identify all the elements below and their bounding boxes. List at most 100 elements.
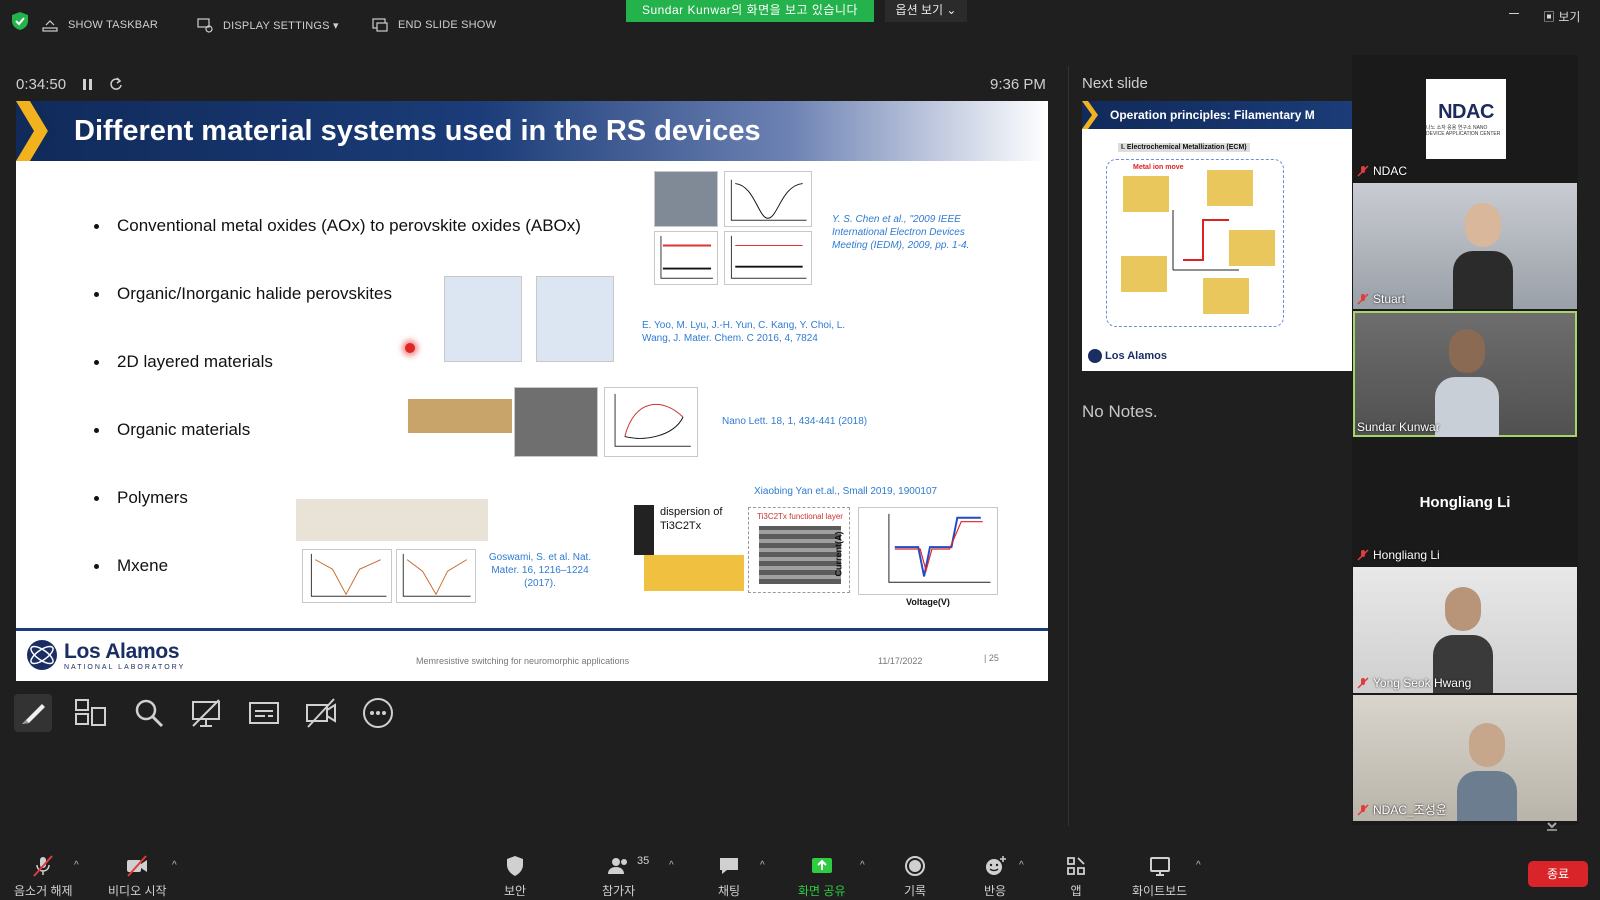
zoom-slide-button[interactable]	[130, 694, 168, 732]
show-taskbar-button[interactable]: SHOW TASKBAR	[42, 17, 158, 33]
reactions-button[interactable]: 반응	[983, 854, 1007, 899]
next-slide-title-bar: Operation principles: Filamentary M	[1082, 101, 1352, 129]
bullet-item: Polymers	[94, 488, 188, 508]
view-button[interactable]: ▣ 보기	[1543, 8, 1580, 25]
lanl-subtitle: NATIONAL LABORATORY	[64, 663, 186, 671]
camera-toggle-button[interactable]	[302, 694, 340, 732]
current-slide[interactable]: Different material systems used in the R…	[16, 101, 1048, 681]
video-off-icon	[127, 855, 148, 877]
pen-icon	[22, 704, 45, 724]
reset-timer-icon[interactable]	[109, 77, 123, 91]
participant-tile[interactable]: Yong Seok Hwang	[1353, 567, 1577, 693]
display-settings-button[interactable]: DISPLAY SETTINGS ▾	[197, 17, 339, 33]
apps-label: 앱	[1070, 884, 1082, 898]
lanl-atom-icon	[1088, 349, 1102, 363]
participant-tile[interactable]: Hongliang Li Hongliang Li	[1353, 439, 1577, 565]
subtitles-button[interactable]	[245, 694, 283, 732]
participant-tile[interactable]: NDAC 나노 소자 응용 연구소 NANO DEVICE APPLICATIO…	[1353, 55, 1577, 181]
apps-icon	[1067, 857, 1085, 875]
mic-off-icon	[1357, 165, 1369, 177]
participant-video	[1453, 203, 1513, 309]
metal-ion-label: Metal ion move	[1133, 164, 1184, 171]
speaker-notes: No Notes.	[1082, 402, 1158, 421]
citation-1: Y. S. Chen et al., "2009 IEEE Internatio…	[832, 214, 970, 251]
participant-tile[interactable]: NDAC_조성윤	[1353, 695, 1577, 821]
participants-icon	[607, 858, 627, 874]
bullet-item: Organic materials	[94, 420, 250, 440]
end-slide-show-button[interactable]: END SLIDE SHOW	[372, 17, 496, 33]
retention-plot-image	[654, 231, 718, 285]
citation-2: E. Yoo, M. Lyu, J.-H. Yun, C. Kang, Y. C…	[642, 320, 846, 344]
security-button[interactable]: 보안	[503, 854, 527, 899]
more-options-button[interactable]	[359, 694, 397, 732]
device-array-image	[408, 399, 512, 433]
chat-label: 채팅	[717, 884, 741, 898]
chat-caret[interactable]: ^	[760, 860, 765, 871]
mic-off-icon	[1357, 549, 1369, 561]
video-options-caret[interactable]: ^	[172, 860, 177, 871]
start-video-button[interactable]: 비디오 시작	[108, 854, 167, 899]
bullet-item: 2D layered materials	[94, 352, 273, 372]
participant-video	[1435, 329, 1499, 437]
participant-name: Hongliang Li	[1357, 548, 1440, 562]
lanl-name: Los Alamos	[64, 639, 180, 663]
security-label: 보안	[503, 884, 527, 898]
perovskite-reset-diagram	[536, 276, 614, 362]
see-all-slides-button[interactable]	[71, 694, 109, 732]
footer-rule	[16, 628, 1048, 631]
shield-icon[interactable]	[12, 12, 28, 30]
lanl-atom-icon	[27, 640, 57, 670]
display-settings-icon	[197, 18, 213, 33]
whiteboard-caret[interactable]: ^	[1196, 860, 1201, 871]
end-meeting-button[interactable]: 종료	[1528, 861, 1588, 887]
share-screen-label: 화면 공유	[798, 884, 846, 898]
slide-title: Different material systems used in the R…	[74, 115, 761, 147]
scroll-down-icon[interactable]	[1545, 818, 1559, 832]
current-time: 9:36 PM	[990, 76, 1046, 93]
next-slide-thumbnail[interactable]: Operation principles: Filamentary M I. E…	[1082, 101, 1352, 371]
view-options-button[interactable]: 옵션 보기 ⌄	[885, 0, 967, 22]
chevron-icon	[1082, 101, 1098, 129]
tem-image	[654, 171, 718, 227]
apps-button[interactable]: 앱	[1064, 854, 1088, 899]
record-button[interactable]: 기록	[903, 854, 927, 899]
participants-caret[interactable]: ^	[669, 860, 674, 871]
mic-off-icon	[33, 855, 54, 877]
shield-icon	[507, 856, 523, 876]
zoom-presenter-window: SHOW TASKBAR DISPLAY SETTINGS ▾ END SLID…	[0, 0, 1600, 900]
next-slide-title: Operation principles: Filamentary M	[1110, 108, 1315, 122]
share-caret[interactable]: ^	[860, 860, 865, 871]
mxene-iv-plot	[858, 507, 998, 595]
end-slide-show-label: END SLIDE SHOW	[398, 19, 497, 31]
view-label: 보기	[1558, 10, 1581, 24]
subtitles-icon	[249, 702, 279, 724]
magnifier-icon	[135, 699, 164, 728]
black-screen-button[interactable]	[187, 694, 225, 732]
reactions-caret[interactable]: ^	[1019, 860, 1024, 871]
minimize-icon[interactable]	[1509, 13, 1519, 14]
participant-tile[interactable]: Stuart	[1353, 183, 1577, 309]
pen-tool-button[interactable]	[14, 694, 52, 732]
end-slideshow-icon	[372, 18, 388, 32]
endurance-plot-image	[724, 231, 812, 285]
bipolar-iv-image	[604, 387, 698, 457]
audio-options-caret[interactable]: ^	[74, 860, 79, 871]
share-screen-button[interactable]: 화면 공유	[798, 854, 846, 899]
more-icon	[363, 698, 393, 728]
whiteboard-button[interactable]: 화이트보드	[1132, 854, 1187, 899]
laser-pointer	[405, 343, 415, 353]
unmute-button[interactable]: 음소거 해제	[14, 854, 73, 899]
footer-date: 11/17/2022	[878, 656, 923, 666]
chat-button[interactable]: 채팅	[717, 854, 741, 899]
camera-off-icon	[306, 698, 336, 728]
footer-page: | 25	[984, 653, 999, 663]
start-video-label: 비디오 시작	[108, 884, 167, 898]
chevron-icon	[16, 101, 56, 161]
participant-tile-active-speaker[interactable]: Sundar Kunwar	[1353, 311, 1577, 437]
mic-off-icon	[1357, 293, 1369, 305]
participants-button[interactable]: 참가자	[602, 854, 635, 899]
citation-3: Nano Lett. 18, 1, 434-441 (2018)	[722, 416, 868, 427]
unmute-label: 음소거 해제	[14, 884, 73, 898]
pause-icon[interactable]	[82, 78, 94, 91]
next-slide-logo: Los Alamos	[1088, 349, 1167, 363]
